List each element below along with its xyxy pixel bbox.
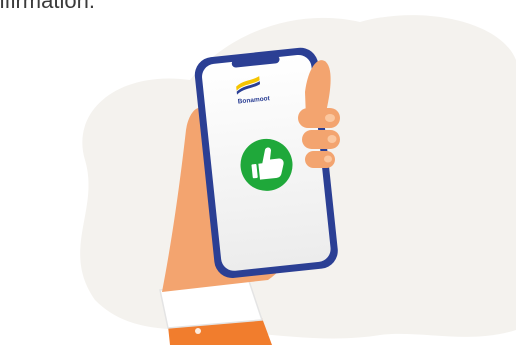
cuff-button (195, 328, 201, 334)
confirmation-illustration: Bonamoot (80, 15, 516, 345)
